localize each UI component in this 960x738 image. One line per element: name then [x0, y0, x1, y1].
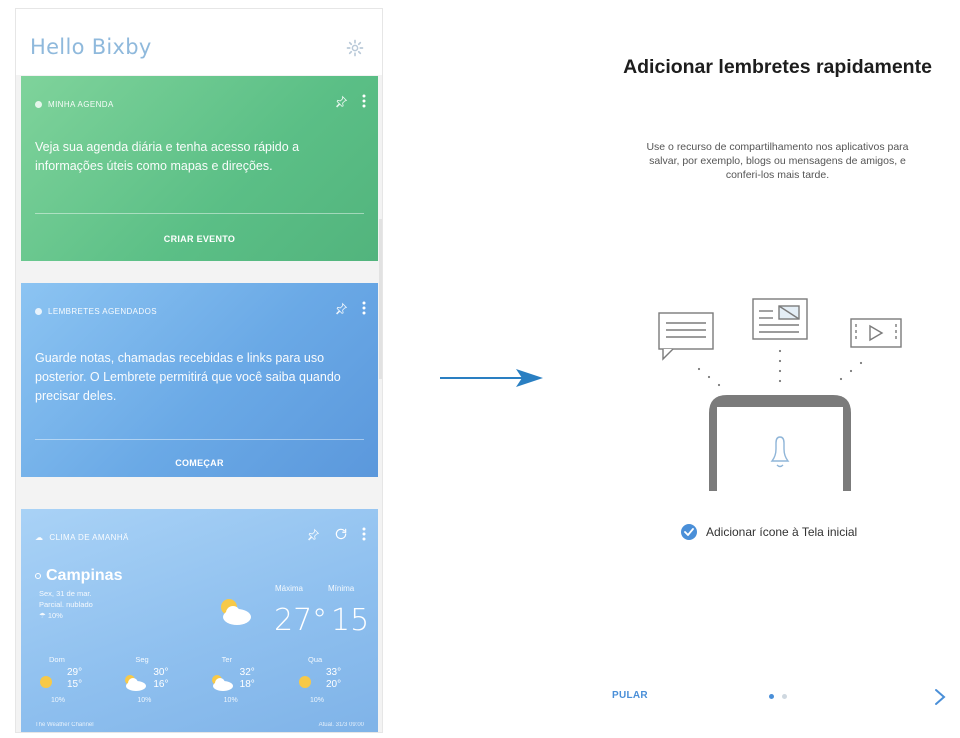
weather-rain-chance: ☂ 10%	[39, 611, 63, 620]
min-label: Mínima	[328, 584, 355, 593]
forecast-rain: 10%	[137, 697, 152, 704]
chevron-right-icon[interactable]	[934, 688, 946, 706]
weather-city: Campinas	[35, 567, 122, 585]
article-icon	[752, 298, 808, 340]
forecast-rain: 10%	[51, 697, 66, 704]
forecast-rain: 10%	[223, 697, 238, 704]
sun-icon	[298, 676, 311, 688]
message-icon	[658, 312, 714, 361]
rain-value: 10%	[47, 611, 63, 620]
checkbox-label: Adicionar ícone à Tela inicial	[706, 525, 858, 539]
gear-icon[interactable]	[346, 39, 364, 57]
forecast-rain: 10%	[309, 697, 324, 704]
pin-icon[interactable]	[335, 95, 348, 108]
divider	[35, 439, 364, 440]
more-options-icon[interactable]	[362, 301, 366, 315]
start-button[interactable]: COMEÇAR	[21, 458, 378, 468]
max-temperature: 27°	[274, 603, 328, 638]
app-title: Hello Bixby	[30, 35, 152, 59]
refresh-icon[interactable]	[334, 527, 348, 541]
forecast-high: 33°	[325, 667, 342, 678]
max-label: Máxima	[275, 584, 304, 593]
agenda-card-header: MINHA AGENDA	[35, 100, 114, 109]
forecast-day: Qua	[307, 655, 323, 664]
forecast-high: 32°	[239, 667, 255, 678]
reminder-icon	[35, 308, 42, 315]
agenda-card[interactable]: MINHA AGENDA Veja sua agenda diária e te…	[21, 76, 378, 261]
partly-cloudy-icon	[221, 599, 251, 625]
bixby-home-screen: Hello Bixby MINHA AGENDA Veja sua agenda…	[15, 8, 383, 733]
page-indicator	[769, 694, 787, 699]
page-dot-active	[769, 694, 774, 699]
weather-source[interactable]: The Weather Channel	[35, 722, 94, 728]
pin-icon[interactable]	[307, 528, 320, 541]
forecast-item: Qua 33° 20° 10%	[294, 655, 364, 715]
cloud-icon	[125, 675, 147, 691]
forecast-low: 18°	[239, 679, 255, 690]
onboarding-title: Adicionar lembretes rapidamente	[623, 56, 932, 78]
reminders-card[interactable]: LEMBRETES AGENDADOS Guarde notas, chamad…	[21, 283, 378, 477]
forecast-day: Ter	[221, 655, 233, 664]
city-name: Campinas	[46, 567, 123, 584]
location-icon	[35, 573, 41, 579]
reminder-onboarding-screen: Adicionar lembretes rapidamente Use o re…	[595, 8, 960, 733]
bixby-header: Hello Bixby	[16, 9, 382, 75]
reminders-card-title: LEMBRETES AGENDADOS	[48, 307, 157, 316]
calendar-icon	[35, 101, 42, 108]
forecast-high: 29°	[67, 667, 83, 678]
weather-card-title: CLIMA DE AMANHÃ	[49, 533, 129, 542]
forecast-high: 30°	[153, 667, 169, 678]
more-options-icon[interactable]	[362, 94, 366, 108]
share-trail	[697, 349, 863, 387]
skip-button[interactable]: PULAR	[612, 690, 648, 701]
weather-footer: The Weather Channel Atual. 31/3 09:00	[35, 722, 364, 728]
create-event-button[interactable]: CRIAR EVENTO	[21, 234, 378, 244]
forecast-item: Dom 29° 15° 10%	[35, 655, 105, 715]
weather-updated: Atual. 31/3 09:00	[318, 722, 364, 728]
forecast-item: Seg 30° 16° 10%	[121, 655, 191, 715]
forecast-low: 15°	[67, 679, 83, 690]
phone-icon	[709, 395, 851, 491]
forecast-list: Dom 29° 15° 10% Seg 30° 16° 10% Ter 32° …	[35, 655, 364, 715]
scrollbar[interactable]	[379, 219, 382, 379]
umbrella-icon: ☂	[39, 611, 48, 620]
weather-card-header: ☁ CLIMA DE AMANHÃ	[35, 533, 129, 542]
pin-icon[interactable]	[335, 302, 348, 315]
onboarding-description: Use o recurso de compartilhamento nos ap…	[646, 141, 909, 181]
forecast-low: 20°	[325, 679, 342, 690]
forecast-low: 16°	[153, 679, 169, 690]
page-dot	[782, 694, 787, 699]
cloud-sun-icon	[211, 675, 233, 691]
forecast-day: Seg	[135, 655, 149, 664]
weather-icon: ☁	[35, 533, 44, 542]
reminders-card-description: Guarde notas, chamadas recebidas e links…	[35, 351, 341, 403]
share-to-reminder-illustration	[658, 298, 902, 491]
weather-card[interactable]: ☁ CLIMA DE AMANHÃ Campinas Sex, 31 de ma…	[21, 509, 378, 732]
checkbox-checked-icon[interactable]	[681, 524, 697, 540]
reminders-card-header: LEMBRETES AGENDADOS	[35, 307, 157, 316]
min-temperature: 15	[331, 603, 370, 638]
weather-date: Sex, 31 de mar.	[39, 589, 92, 598]
agenda-card-title: MINHA AGENDA	[48, 100, 114, 109]
arrow-right-icon	[440, 369, 543, 387]
weather-condition: Parcial. nublado	[39, 600, 93, 609]
divider	[35, 213, 364, 214]
sun-icon	[40, 676, 52, 688]
add-home-icon-checkbox[interactable]: Adicionar ícone à Tela inicial	[681, 524, 857, 540]
agenda-card-description: Veja sua agenda diária e tenha acesso rá…	[35, 140, 300, 173]
more-options-icon[interactable]	[362, 527, 366, 541]
video-icon	[850, 318, 902, 348]
forecast-day: Dom	[49, 655, 65, 664]
forecast-item: Ter 32° 18° 10%	[208, 655, 278, 715]
